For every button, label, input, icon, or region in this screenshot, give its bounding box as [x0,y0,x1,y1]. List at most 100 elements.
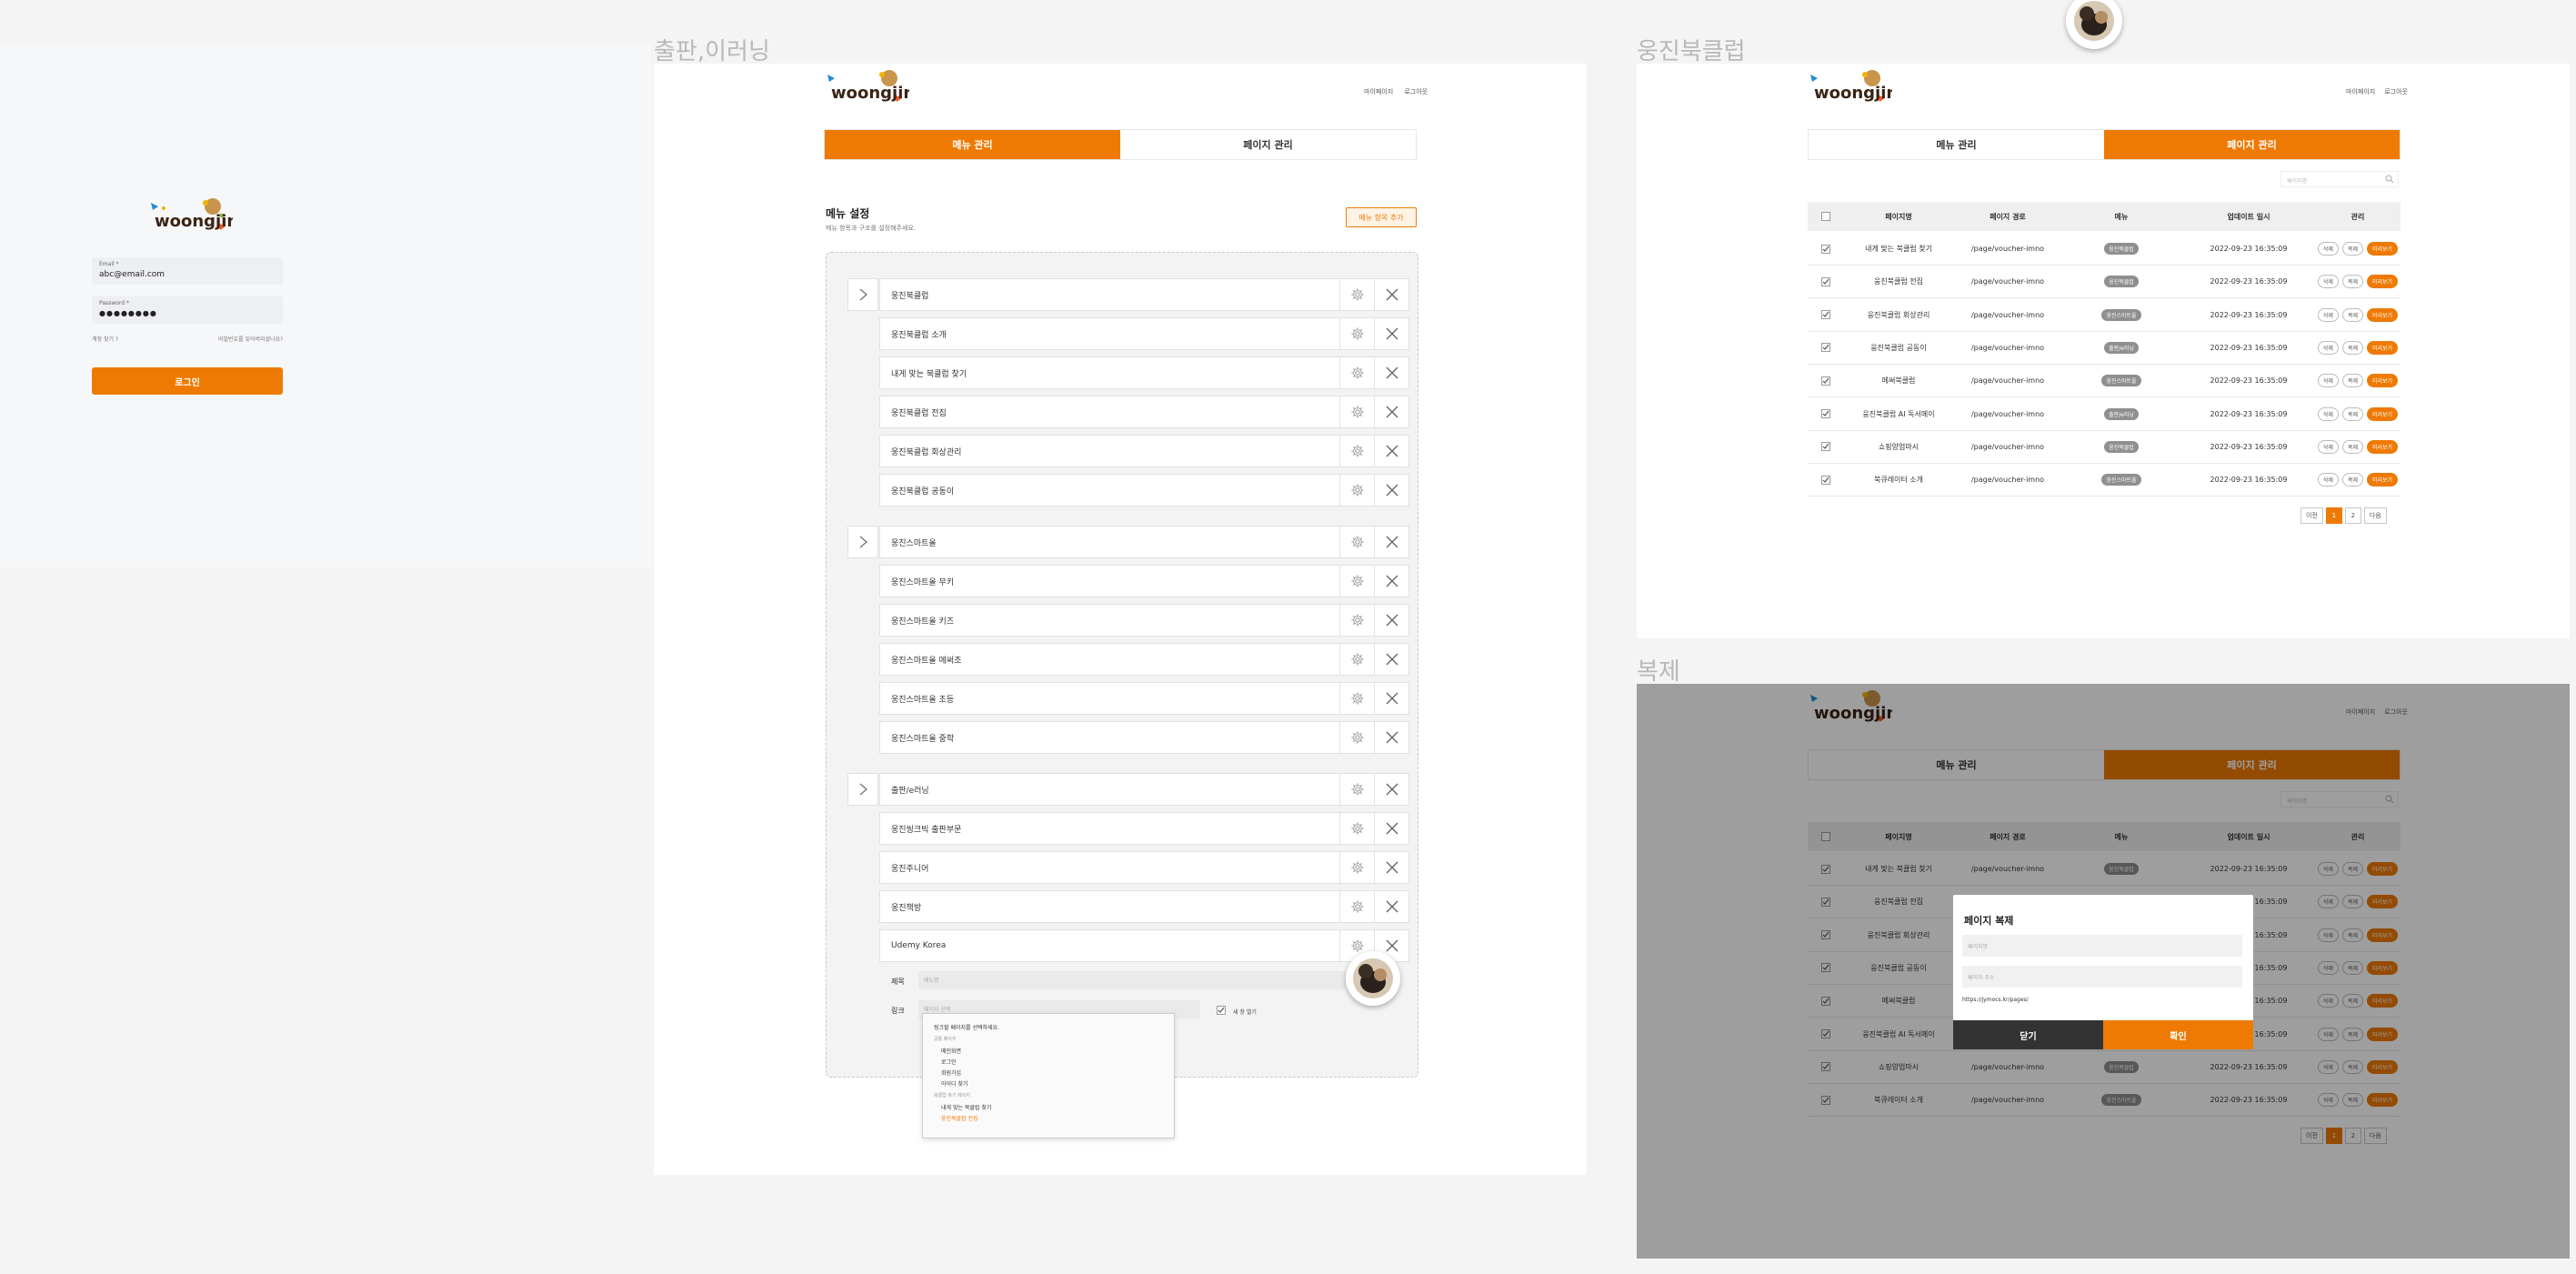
menu-group-row[interactable]: 웅진스마트올 [879,526,1409,558]
duplicate-button[interactable]: 복제 [2341,439,2363,454]
menu-child-row[interactable]: 웅진북클럽 회상관리 [879,435,1409,467]
duplicate-button[interactable]: 복제 [2341,242,2363,256]
dropdown-item[interactable]: 회원가입 [941,1068,961,1077]
preview-button[interactable]: 미리보기 [2367,406,2399,421]
duplicate-button[interactable]: 복제 [2341,307,2363,322]
tab-menu-management[interactable]: 메뉴 관리 [1809,130,2104,159]
settings-gear-icon[interactable] [1339,357,1374,388]
delete-x-icon[interactable] [1374,318,1408,349]
delete-x-icon[interactable] [1374,605,1408,636]
preview-button[interactable]: 미리보기 [2367,439,2399,454]
search-icon[interactable] [2385,175,2394,184]
menu-child-row[interactable]: 웅진스마트올 초등 [879,682,1409,715]
menu-child-row[interactable]: 웅진스마트올 중학 [879,721,1409,754]
preview-button[interactable]: 미리보기 [2367,242,2399,256]
page-search-input[interactable]: 페이지명 [2280,171,2399,187]
row-checkbox[interactable] [1821,310,1830,320]
modal-page-url-input[interactable]: 페이지 주소 [1962,966,2242,988]
dropdown-item[interactable]: 아이디 찾기 [941,1079,968,1088]
delete-button[interactable]: 삭제 [2317,439,2339,454]
settings-gear-icon[interactable] [1339,774,1374,805]
settings-gear-icon[interactable] [1339,396,1374,427]
delete-x-icon[interactable] [1374,644,1408,675]
menu-child-row[interactable]: 웅진북클럽 전집 [879,396,1409,428]
delete-x-icon[interactable] [1374,357,1408,388]
dropdown-item[interactable]: 내게 맞는 북클럽 찾기 [941,1103,991,1111]
delete-button[interactable]: 삭제 [2317,242,2339,256]
menu-group-row[interactable]: 출판/e러닝 [879,773,1409,806]
settings-gear-icon[interactable] [1339,318,1374,349]
expand-chevron-icon[interactable] [847,526,878,558]
row-checkbox[interactable] [1821,409,1830,418]
settings-gear-icon[interactable] [1339,683,1374,714]
delete-x-icon[interactable] [1374,396,1408,427]
duplicate-button[interactable]: 복제 [2341,406,2363,421]
menu-group-row[interactable]: 웅진북클럽 [879,278,1409,311]
table-row[interactable]: 웅진북클럽 AI 독서메이/page/voucher-imno 출판/e러닝 202… [1808,398,2401,431]
mypage-link[interactable]: 마이페이지 [2346,88,2375,95]
select-all-checkbox[interactable] [1821,212,1830,221]
delete-button[interactable]: 삭제 [2317,275,2339,289]
dropdown-item[interactable]: 메인화면 [941,1047,961,1055]
settings-gear-icon[interactable] [1339,605,1374,636]
preview-button[interactable]: 미리보기 [2367,473,2399,487]
delete-x-icon[interactable] [1374,436,1408,466]
menu-child-row[interactable]: 웅진주니어 [879,851,1409,884]
menu-child-row[interactable]: 웅진스마트올 메써조 [879,643,1409,676]
delete-x-icon[interactable] [1374,852,1408,883]
settings-gear-icon[interactable] [1339,852,1374,883]
delete-x-icon[interactable] [1374,813,1408,844]
duplicate-button[interactable]: 복제 [2341,275,2363,289]
modal-close-button[interactable]: 닫기 [1953,1020,2103,1049]
table-row[interactable]: 쇼핑양업마시/page/voucher-imno 웅진북클럽 2022-09-23 … [1808,431,2401,464]
delete-x-icon[interactable] [1374,279,1408,310]
settings-gear-icon[interactable] [1339,527,1374,557]
email-field[interactable]: Email * abc@email.com [92,257,283,285]
delete-x-icon[interactable] [1374,683,1408,714]
forgot-password-link[interactable]: 비밀번호를 잊어버리셨나요? [218,335,283,343]
expand-chevron-icon[interactable] [847,773,878,806]
modal-confirm-button[interactable]: 확인 [2103,1020,2253,1049]
delete-button[interactable]: 삭제 [2317,406,2339,421]
duplicate-button[interactable]: 복제 [2341,374,2363,388]
row-checkbox[interactable] [1821,343,1830,353]
table-row[interactable]: 메써북클럽/page/voucher-imno 웅진스마트올 2022-09-23 … [1808,365,2401,398]
pager-page[interactable]: 2 [2344,507,2361,524]
preview-button[interactable]: 미리보기 [2367,340,2399,355]
row-checkbox[interactable] [1821,376,1830,386]
menu-child-row[interactable]: 웅진북클럽 공동이 [879,474,1409,507]
delete-button[interactable]: 삭제 [2317,473,2339,487]
add-menu-item-button[interactable]: 메뉴 항목 추가 [1346,207,1417,227]
delete-button[interactable]: 삭제 [2317,374,2339,388]
login-button[interactable]: 로그인 [92,367,283,395]
settings-gear-icon[interactable] [1339,813,1374,844]
dropdown-item[interactable]: 로그인 [941,1058,957,1066]
new-window-checkbox[interactable] [1217,1006,1226,1015]
table-row[interactable]: 북큐레이터 소개/page/voucher-imno 웅진스마트올 2022-09-… [1808,464,2401,497]
settings-gear-icon[interactable] [1339,566,1374,597]
settings-gear-icon[interactable] [1339,475,1374,506]
modal-page-name-input[interactable]: 페이지명 [1962,935,2242,957]
table-row[interactable]: 웅진북클럽 전집/page/voucher-imno 웅진북클럽 2022-09-2… [1808,266,2401,299]
duplicate-button[interactable]: 복제 [2341,473,2363,487]
row-checkbox[interactable] [1821,244,1830,254]
row-checkbox[interactable] [1821,276,1830,286]
tab-menu-management[interactable]: 메뉴 관리 [825,130,1120,159]
table-row[interactable]: 웅진북클럽 공동이/page/voucher-imno 출판/e러닝 2022-09… [1808,332,2401,365]
delete-button[interactable]: 삭제 [2317,307,2339,322]
row-checkbox[interactable] [1821,475,1830,485]
find-account-link[interactable]: 계정 찾기 ? [92,335,118,343]
delete-x-icon[interactable] [1374,774,1408,805]
menu-child-row[interactable]: 웅진책방 [879,890,1409,923]
menu-child-row[interactable]: 웅진북클럽 소개 [879,317,1409,350]
menu-child-row[interactable]: 웅진씽크빅 출판부문 [879,812,1409,845]
delete-x-icon[interactable] [1374,475,1408,506]
preview-button[interactable]: 미리보기 [2367,275,2399,289]
row-checkbox[interactable] [1821,442,1830,452]
preview-button[interactable]: 미리보기 [2367,307,2399,322]
expand-chevron-icon[interactable] [847,278,878,311]
logout-link[interactable]: 로그아웃 [2384,88,2408,95]
delete-x-icon[interactable] [1374,891,1408,922]
menu-child-row[interactable]: Udemy Korea [879,929,1409,962]
mypage-link[interactable]: 마이페이지 [1364,88,1393,95]
